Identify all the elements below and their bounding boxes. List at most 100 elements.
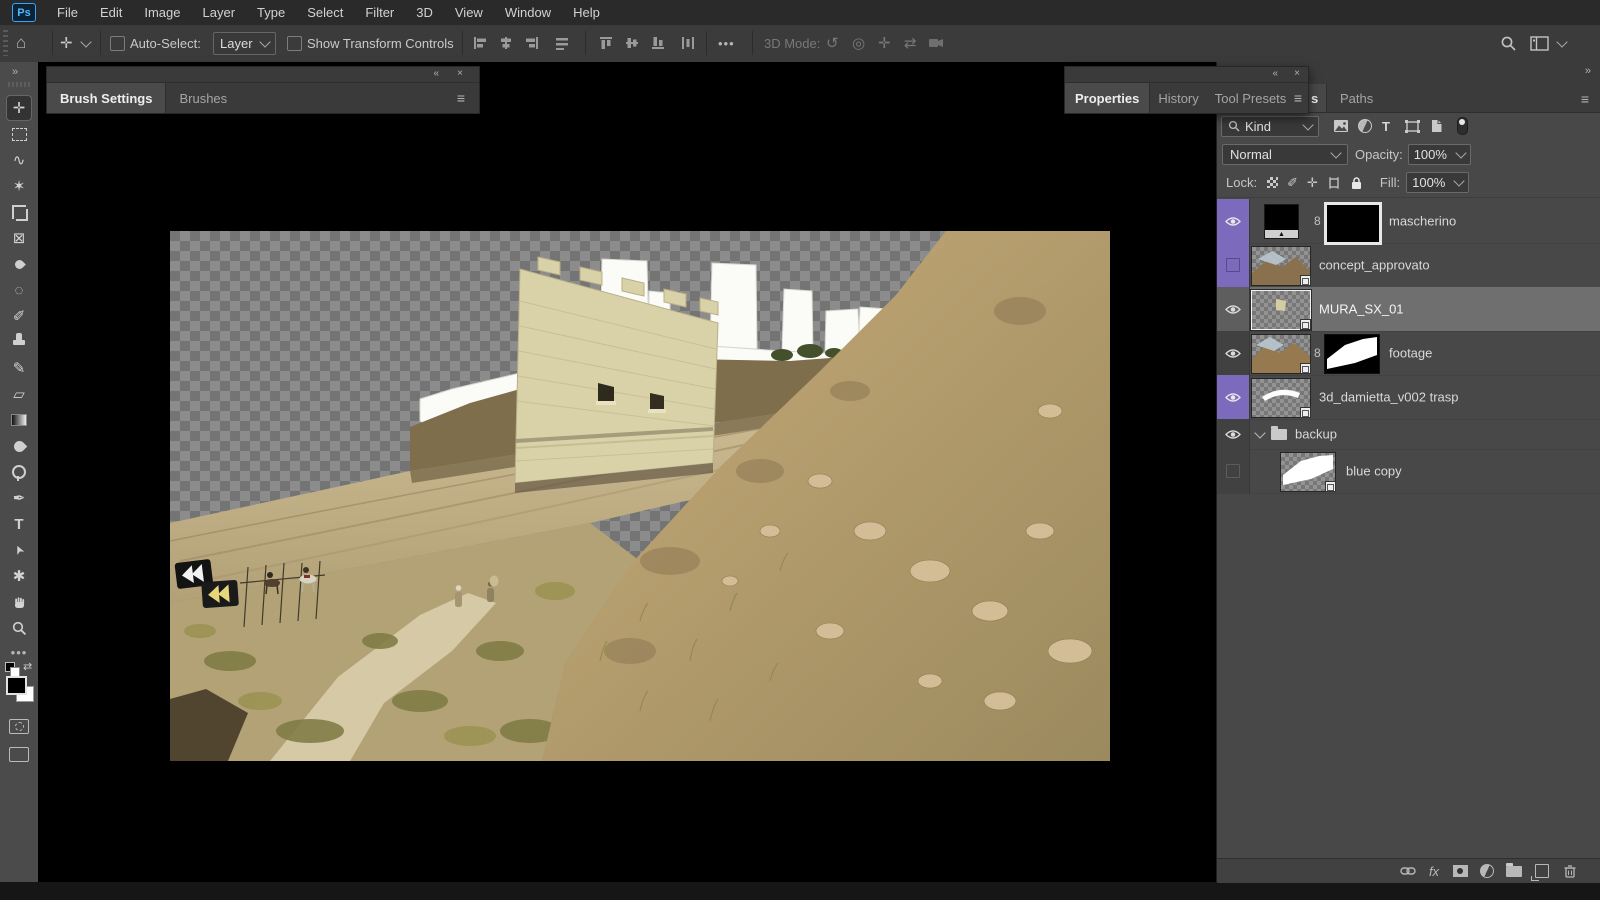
collapse-panel-icon[interactable]: « [1272,68,1278,79]
opacity-input[interactable]: 100% [1408,144,1471,165]
menu-help[interactable]: Help [562,0,611,25]
menu-view[interactable]: View [444,0,494,25]
gradient-tool[interactable] [7,408,31,432]
dock-collapse-icon[interactable]: » [1585,65,1591,77]
type-tool[interactable]: T [7,512,31,536]
align-left-button[interactable] [468,25,492,61]
history-brush-tool[interactable]: ✎ [7,356,31,380]
canvas-area[interactable] [38,62,1216,882]
quick-selection-tool[interactable]: ✶ [7,174,31,198]
align-center-h-button[interactable] [494,25,518,61]
toolbar-expand-icon[interactable]: » [12,66,18,78]
visibility-toggle[interactable] [1217,243,1250,287]
visibility-toggle[interactable] [1217,419,1250,449]
tab-paths[interactable]: Paths [1327,84,1386,112]
dodge-tool[interactable] [7,460,31,484]
group-disclosure-icon[interactable] [1254,427,1265,438]
path-selection-tool[interactable]: ➤ [7,538,31,562]
color-swatches[interactable] [6,676,34,704]
clone-stamp-tool[interactable] [7,330,31,354]
lock-position-icon[interactable]: ✛ [1307,175,1318,191]
blend-mode-dropdown[interactable]: Normal [1222,144,1348,165]
add-mask-button[interactable] [1451,863,1469,879]
menu-image[interactable]: Image [133,0,191,25]
distribute-v-button[interactable] [676,25,700,61]
menu-edit[interactable]: Edit [89,0,133,25]
layer-row-concept-approvato[interactable]: concept_approvato [1217,243,1600,288]
pen-tool[interactable]: ✒ [7,486,31,510]
visibility-toggle[interactable] [1217,199,1250,243]
menu-filter[interactable]: Filter [354,0,405,25]
brush-tool[interactable]: ✐ [7,304,31,328]
layer-row-mura-sx-01[interactable]: MURA_SX_01 [1217,287,1600,332]
layer-mask-thumbnail[interactable] [1324,334,1380,374]
fill-input[interactable]: 100% [1406,172,1469,193]
eraser-tool[interactable]: ▱ [7,382,31,406]
layer-thumbnail[interactable] [1251,334,1311,374]
foreground-color-swatch[interactable] [6,676,27,695]
filter-type-layers-icon[interactable]: T [1382,119,1390,134]
tab-properties[interactable]: Properties [1065,83,1150,113]
home-button[interactable]: ⌂ [16,25,26,61]
menu-layer[interactable]: Layer [192,0,247,25]
auto-select-checkbox[interactable] [110,25,125,61]
filter-smart-objects-icon[interactable] [1430,119,1443,133]
healing-brush-tool[interactable]: ◌ [7,278,31,302]
tab-tool-presets[interactable]: Tool Presets [1207,83,1295,113]
lasso-tool[interactable]: ∿ [7,148,31,172]
swap-colors-button[interactable]: ⇄ [23,660,32,673]
shape-tool[interactable]: ✱ [7,564,31,588]
auto-select-dropdown[interactable]: Layer [213,25,276,61]
tool-preset-chevron[interactable] [82,25,90,61]
lock-image-pixels-icon[interactable]: ✐ [1287,175,1298,191]
distribute-h-button[interactable] [550,25,574,61]
layer-row-footage[interactable]: 8 footage [1217,331,1600,376]
layer-thumbnail[interactable] [1280,452,1336,492]
align-right-button[interactable] [520,25,544,61]
default-colors-button[interactable] [5,662,21,676]
layer-row-mascherino[interactable]: ▲ 8 mascherino [1217,199,1600,244]
search-button[interactable] [1500,25,1517,61]
layer-style-button[interactable]: fx [1425,863,1443,879]
layer-row-blue-copy[interactable]: blue copy [1217,449,1600,494]
menu-file[interactable]: File [46,0,89,25]
tab-history[interactable]: History [1150,83,1206,113]
new-group-button[interactable] [1505,863,1523,879]
add-adjustment-button[interactable] [1478,863,1496,879]
visibility-toggle[interactable] [1217,375,1250,419]
tab-brush-settings[interactable]: Brush Settings [47,83,166,113]
filter-shape-layers-icon[interactable] [1405,120,1420,133]
close-panel-icon[interactable]: × [1294,68,1300,79]
menu-window[interactable]: Window [494,0,562,25]
group-row-backup[interactable]: backup [1217,419,1600,450]
new-layer-button[interactable] [1533,863,1551,879]
lock-all-icon[interactable] [1350,176,1363,190]
filter-adjustment-layers-icon[interactable] [1358,119,1372,133]
collapse-panel-icon[interactable]: « [433,68,439,79]
layer-mask-thumbnail[interactable] [1324,202,1382,245]
filter-toggle[interactable] [1457,117,1468,135]
layer-thumbnail[interactable] [1251,246,1311,286]
menu-select[interactable]: Select [296,0,354,25]
adjustment-thumbnail[interactable]: ▲ [1264,204,1299,239]
panel-menu-icon[interactable]: ≡ [457,90,465,106]
panel-menu-icon[interactable]: ≡ [1294,90,1302,106]
move-tool[interactable]: ✛ [7,96,31,120]
filter-pixel-layers-icon[interactable] [1333,119,1349,133]
lock-artboard-icon[interactable] [1327,176,1341,190]
layer-row-3d-damietta[interactable]: 3d_damietta_v002 trasp [1217,375,1600,420]
workspace-button[interactable] [1530,25,1549,61]
align-middle-v-button[interactable] [620,25,644,61]
workspace-chevron[interactable] [1558,25,1566,61]
hand-tool[interactable] [7,590,31,614]
visibility-toggle[interactable] [1217,449,1250,493]
eyedropper-tool[interactable] [7,252,31,276]
quick-mask-button[interactable] [7,714,31,738]
link-layers-button[interactable] [1399,863,1417,879]
filter-kind-dropdown[interactable]: Kind [1221,116,1319,137]
tab-brushes[interactable]: Brushes [166,83,240,113]
menu-type[interactable]: Type [246,0,296,25]
frame-tool[interactable]: ⊠ [7,226,31,250]
menu-3d[interactable]: 3D [405,0,444,25]
visibility-toggle[interactable] [1217,331,1250,375]
